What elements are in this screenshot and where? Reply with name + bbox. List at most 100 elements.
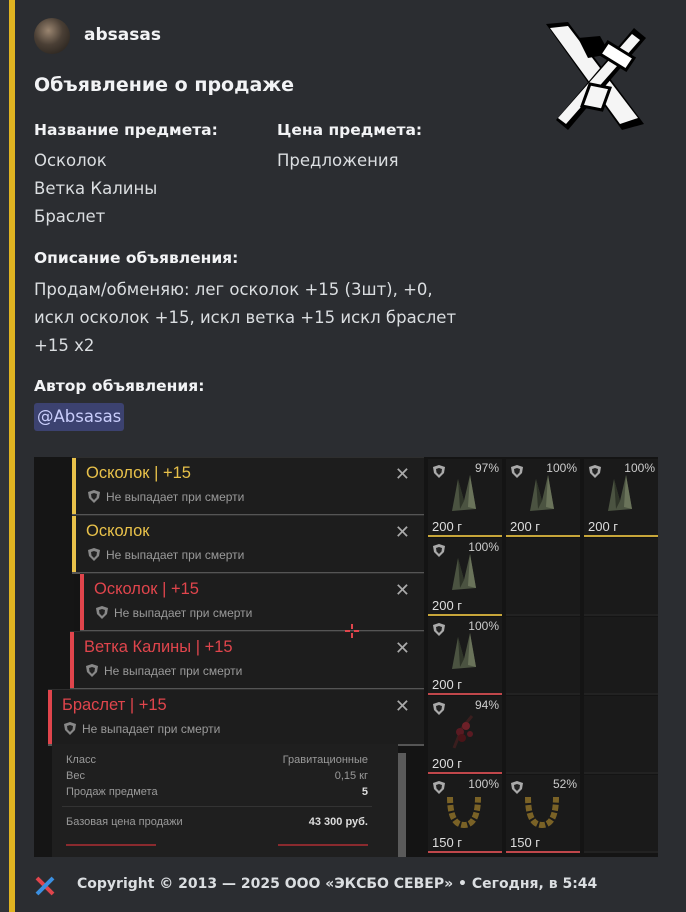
- inventory-slot[interactable]: 100% 200 г: [428, 617, 502, 695]
- slot-percent: 94%: [474, 698, 499, 712]
- description-line: Продам/обменяю: лег осколок +15 (3шт), +…: [34, 280, 433, 299]
- embed-footer: Copyright © 2013 — 2025 ООО «ЭКСБО СЕВЕР…: [77, 876, 598, 892]
- embed-title: Объявление о продаже: [34, 74, 295, 96]
- item-card-name: Осколок: [86, 522, 150, 540]
- stat-value: 43 300 руб.: [308, 816, 368, 828]
- inventory-slot-empty[interactable]: [506, 696, 580, 774]
- author-mention[interactable]: @Absasas: [34, 403, 125, 431]
- slot-percent: 100%: [468, 777, 499, 791]
- viburnum-branch-icon: [452, 715, 474, 749]
- divider: [62, 806, 372, 807]
- scrollbar[interactable]: [398, 753, 406, 857]
- rarity-bar: [70, 632, 74, 688]
- slot-price: 200 г: [432, 598, 463, 613]
- slot-price: 150 г: [510, 835, 541, 850]
- item-name: Ветка Калины: [34, 179, 158, 198]
- slot-percent: 100%: [546, 461, 577, 475]
- shield-icon: [88, 490, 100, 503]
- hidden-row: [278, 844, 368, 846]
- inventory-slot[interactable]: 100% 200 г: [584, 459, 658, 537]
- stat-value: Гравитационные: [282, 754, 368, 766]
- item-card: Браслет | +15 Не выпадает при смерти ✕: [48, 689, 424, 746]
- price-label: Цена предмета:: [277, 121, 423, 139]
- item-card-subtitle: Не выпадает при смерти: [106, 490, 245, 504]
- item-card-name: Браслет | +15: [62, 696, 167, 714]
- inventory-slot-empty[interactable]: [584, 696, 658, 774]
- stat-label: Продаж предмета: [66, 786, 158, 798]
- shield-icon: [64, 722, 76, 735]
- item-card: Осколок | +15 Не выпадает при смерти ✕: [72, 457, 424, 516]
- inventory-slot[interactable]: 94% 200 г: [428, 696, 502, 774]
- close-icon[interactable]: ✕: [395, 522, 410, 543]
- inventory-slot-empty[interactable]: [584, 617, 658, 695]
- shield-icon: [88, 548, 100, 561]
- exbo-x-small-icon: [35, 876, 55, 896]
- inventory-slot[interactable]: 97% 200 г: [428, 459, 502, 537]
- item-names: Осколок Ветка Калины Браслет: [34, 147, 157, 231]
- item-card-subtitle: Не выпадает при смерти: [104, 664, 243, 678]
- slot-percent: 100%: [468, 540, 499, 554]
- author-label: Автор объявления:: [34, 377, 205, 395]
- slot-price: 150 г: [432, 835, 463, 850]
- shard-icon: [452, 633, 476, 669]
- inventory-slot[interactable]: 100% 200 г: [506, 459, 580, 537]
- inventory-slot[interactable]: 100% 200 г: [428, 538, 502, 616]
- price-value: Предложения: [277, 151, 399, 170]
- shard-icon: [452, 554, 476, 590]
- shard-icon: [608, 475, 632, 511]
- stat-label: Класс: [66, 754, 96, 766]
- close-icon[interactable]: ✕: [395, 638, 410, 659]
- item-card: Ветка Калины | +15 Не выпадает при смерт…: [70, 631, 424, 690]
- close-icon[interactable]: ✕: [395, 464, 410, 485]
- rarity-bar: [80, 574, 84, 630]
- item-name-label: Название предмета:: [34, 121, 218, 139]
- stat-label: Вес: [66, 770, 85, 782]
- inventory-slot-empty[interactable]: [584, 538, 658, 616]
- item-card: Осколок Не выпадает при смерти ✕: [72, 515, 424, 574]
- inventory-slot-empty[interactable]: [584, 775, 658, 853]
- stat-value: 0,15 кг: [334, 770, 368, 782]
- stat-value: 5: [361, 786, 368, 798]
- slot-percent: 97%: [474, 461, 499, 475]
- slot-percent: 52%: [552, 777, 577, 791]
- shard-icon: [452, 475, 476, 511]
- item-card-subtitle: Не выпадает при смерти: [82, 722, 221, 736]
- inventory-slot[interactable]: 100% 150 г: [428, 775, 502, 853]
- close-icon[interactable]: ✕: [395, 696, 410, 717]
- inventory-slot-empty[interactable]: [506, 617, 580, 695]
- shield-icon: [96, 606, 108, 619]
- description-label: Описание объявления:: [34, 249, 239, 267]
- author-name[interactable]: absasas: [84, 25, 161, 45]
- cursor-crosshair-icon: [345, 624, 359, 638]
- shield-icon: [86, 664, 98, 677]
- inventory-slot[interactable]: 52% 150 г: [506, 775, 580, 853]
- description-line: искл осколок +15, искл ветка +15 искл бр…: [34, 308, 457, 327]
- item-name: Браслет: [34, 207, 106, 226]
- stat-label: Базовая цена продажи: [66, 816, 183, 828]
- author-avatar[interactable]: [34, 18, 70, 54]
- item-name: Осколок: [34, 151, 107, 170]
- bracelet-icon: [447, 796, 481, 829]
- exbo-x-logo-icon[interactable]: [538, 18, 650, 136]
- bracelet-icon: [525, 796, 559, 829]
- shard-icon: [530, 475, 554, 511]
- rarity-bar: [48, 690, 52, 744]
- description-line: +15 x2: [34, 336, 95, 355]
- item-card: Осколок | +15 Не выпадает при смерти ✕: [80, 573, 424, 632]
- rarity-bar: [72, 458, 76, 514]
- slot-price: 200 г: [510, 519, 541, 534]
- close-icon[interactable]: ✕: [395, 580, 410, 601]
- item-card-subtitle: Не выпадает при смерти: [114, 606, 253, 620]
- slot-price: 200 г: [432, 756, 463, 771]
- inventory-slot-empty[interactable]: [506, 538, 580, 616]
- description-text: Продам/обменяю: лег осколок +15 (3шт), +…: [34, 276, 504, 360]
- item-stats-panel: Класс Гравитационные Вес 0,15 кг Продаж …: [52, 744, 398, 857]
- rarity-bar: [72, 516, 76, 572]
- slot-price: 200 г: [432, 519, 463, 534]
- slot-price: 200 г: [432, 677, 463, 692]
- item-card-name: Ветка Калины | +15: [84, 638, 233, 656]
- item-card-name: Осколок | +15: [94, 580, 199, 598]
- slot-price: 200 г: [588, 519, 619, 534]
- game-screenshot[interactable]: Осколок | +15 Не выпадает при смерти ✕ О…: [34, 457, 658, 857]
- hidden-row: [66, 844, 156, 846]
